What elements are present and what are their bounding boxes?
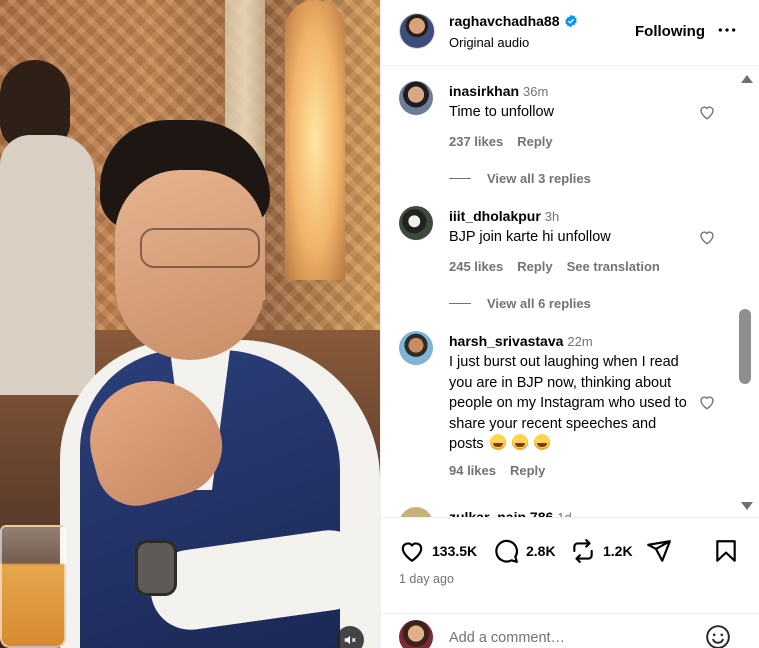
comment-username-row: zulkar_nain.786 1d xyxy=(449,509,572,517)
view-replies-label[interactable]: View all 3 replies xyxy=(487,171,591,186)
comment-likes[interactable]: 245 likes xyxy=(449,259,503,274)
comment-button[interactable]: 2.8K xyxy=(493,538,556,564)
posted-timestamp[interactable]: 1 day ago xyxy=(399,572,454,586)
comment-text: Time to unfollow xyxy=(449,104,555,120)
view-replies-label[interactable]: View all 6 replies xyxy=(487,296,591,311)
author-username[interactable]: raghavchadha88 xyxy=(449,13,560,29)
add-comment-bar: Add a comment… xyxy=(381,613,759,648)
like-button[interactable]: 133.5K xyxy=(399,538,477,564)
commenter-avatar[interactable] xyxy=(399,507,433,517)
verified-badge-icon xyxy=(564,14,577,28)
comment-likes[interactable]: 237 likes xyxy=(449,134,503,149)
comment-time: 3h xyxy=(544,209,560,224)
emoji-picker-icon[interactable] xyxy=(705,624,731,648)
comment-likes[interactable]: 94 likes xyxy=(449,463,496,478)
comment-username-row: harsh_srivastava 22m xyxy=(449,333,593,349)
reply-button[interactable]: Reply xyxy=(517,259,552,274)
share-button[interactable] xyxy=(646,538,672,564)
divider-line xyxy=(449,178,471,179)
following-button[interactable]: Following xyxy=(635,23,705,40)
author-username-row[interactable]: raghavchadha88 xyxy=(449,13,578,29)
commenter-username[interactable]: zulkar_nain.786 xyxy=(449,509,553,517)
repost-icon xyxy=(573,539,593,563)
author-avatar[interactable] xyxy=(399,13,435,49)
comment-meta: 245 likes Reply See translation xyxy=(449,259,660,274)
comment-time: 22m xyxy=(567,334,593,349)
video-main-person xyxy=(40,110,380,648)
comment-text: BJP join karte hi unfollow xyxy=(449,229,611,245)
comment-text: I just burst out laughing when I read yo… xyxy=(449,352,689,455)
post-actions-bar: 133.5K 2.8K 1.2K 1 day ago Add a comment… xyxy=(381,517,759,648)
comment-username-row: inasirkhan 36m xyxy=(449,83,548,99)
save-button[interactable] xyxy=(713,538,739,564)
comment-time: 1d xyxy=(557,510,571,517)
reply-button[interactable]: Reply xyxy=(510,463,545,478)
add-comment-input[interactable]: Add a comment… xyxy=(449,630,565,646)
bookmark-icon xyxy=(716,540,736,562)
comment-meta: 237 likes Reply xyxy=(449,134,553,149)
comment-username-row: iiit_dholakpur 3h xyxy=(449,208,559,224)
like-comment-heart-icon[interactable] xyxy=(697,228,717,246)
scroll-down-arrow-icon[interactable] xyxy=(741,502,753,510)
see-translation-button[interactable]: See translation xyxy=(567,259,660,274)
comments-scrollbar[interactable] xyxy=(737,73,755,513)
comment-text-body: I just burst out laughing when I read yo… xyxy=(449,354,687,452)
post-side-panel: raghavchadha88 Original audio Following … xyxy=(380,0,759,648)
comment-meta: 94 likes Reply xyxy=(449,463,545,478)
mute-button[interactable] xyxy=(336,626,364,648)
reel-video[interactable] xyxy=(0,0,380,648)
commenter-avatar[interactable] xyxy=(399,206,433,240)
view-replies-button[interactable]: View all 6 replies xyxy=(449,296,591,311)
likes-count: 133.5K xyxy=(432,543,478,559)
commenter-username[interactable]: iiit_dholakpur xyxy=(449,208,541,224)
original-audio-link[interactable]: Original audio xyxy=(449,35,529,50)
laughing-emoji-icon xyxy=(511,434,528,450)
reply-button[interactable]: Reply xyxy=(517,134,552,149)
comment-bubble-icon xyxy=(495,539,518,563)
scroll-thumb[interactable] xyxy=(739,309,751,384)
scroll-up-arrow-icon[interactable] xyxy=(741,75,753,83)
commenter-username[interactable]: harsh_srivastava xyxy=(449,333,563,349)
commenter-username[interactable]: inasirkhan xyxy=(449,83,519,99)
comment-time: 36m xyxy=(523,84,549,99)
post-header: raghavchadha88 Original audio Following xyxy=(381,0,759,66)
like-comment-heart-icon[interactable] xyxy=(697,103,717,121)
view-replies-button[interactable]: View all 3 replies xyxy=(449,171,591,186)
comments-count: 2.8K xyxy=(526,543,556,559)
send-paper-plane-icon xyxy=(647,540,671,562)
more-options-icon[interactable] xyxy=(717,20,737,40)
comments-list[interactable]: inasirkhan 36m Time to unfollow 237 likes… xyxy=(381,67,759,517)
like-comment-heart-icon[interactable] xyxy=(697,393,717,411)
current-user-avatar xyxy=(399,620,433,648)
divider-line xyxy=(449,303,471,304)
laughing-emoji-icon xyxy=(533,434,550,450)
heart-icon xyxy=(401,542,423,563)
repost-button[interactable]: 1.2K xyxy=(570,538,633,564)
video-drink-glass xyxy=(0,525,66,648)
reposts-count: 1.2K xyxy=(603,543,633,559)
speaker-muted-icon xyxy=(344,635,356,645)
laughing-emoji-icon xyxy=(489,434,506,450)
commenter-avatar[interactable] xyxy=(399,331,433,365)
commenter-avatar[interactable] xyxy=(399,81,433,115)
